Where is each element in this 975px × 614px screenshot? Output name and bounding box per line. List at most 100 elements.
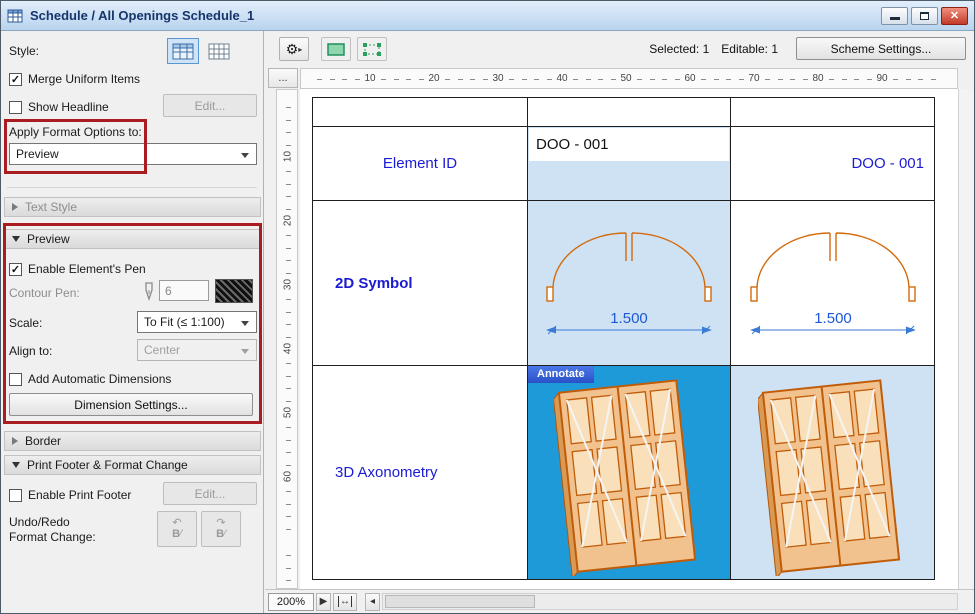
- table-cell-2d-symbol-label[interactable]: 2D Symbol: [313, 201, 528, 366]
- ruler-tick: [842, 79, 847, 80]
- ruler-tick: [611, 79, 616, 80]
- align-select: Center: [137, 339, 257, 361]
- dimension-value: 1.500: [814, 310, 852, 327]
- highlight-selection-button[interactable]: [321, 37, 351, 61]
- 3d-axonometry-label: 3D Axonometry: [335, 464, 438, 481]
- ruler-tick: [726, 79, 731, 80]
- table-cell[interactable]: [528, 98, 731, 127]
- pen-icon: [143, 281, 155, 301]
- fit-width-button[interactable]: ↔: [333, 593, 357, 611]
- apply-format-select[interactable]: Preview: [9, 143, 257, 165]
- schedule-toolbar: ⚙ ▸: [265, 31, 974, 67]
- section-preview[interactable]: Preview: [4, 229, 261, 249]
- contour-pen-row: Contour Pen:: [9, 283, 80, 303]
- ruler-tick: [355, 79, 360, 80]
- section-border[interactable]: Border: [4, 431, 261, 451]
- schedule-canvas[interactable]: Element ID DOO - 001 DOO - 001 2D Symbol: [300, 89, 958, 589]
- style-buttons: [167, 38, 235, 64]
- ruler-tick: [286, 504, 291, 505]
- table-cell-3d-preview-selected[interactable]: Annotate: [528, 366, 731, 580]
- ruler-tick: [778, 79, 783, 80]
- section-print-footer[interactable]: Print Footer & Format Change: [4, 455, 261, 475]
- ruler-tick: [286, 363, 291, 364]
- style-row: Style:: [9, 37, 39, 65]
- dimension-settings-button[interactable]: Dimension Settings...: [9, 393, 253, 416]
- play-arrow-icon: ▶: [320, 596, 328, 607]
- scrollbar-thumb[interactable]: [385, 595, 535, 608]
- print-footer-checkbox[interactable]: [9, 489, 22, 502]
- ruler-tick: [739, 79, 744, 80]
- headline-edit-button[interactable]: Edit...: [163, 94, 257, 117]
- undo-format-button[interactable]: ↶ B∕: [157, 511, 197, 547]
- ruler-options-button[interactable]: ...: [268, 68, 298, 88]
- style-grid-button[interactable]: [167, 38, 199, 64]
- close-button[interactable]: ✕: [941, 7, 968, 25]
- table-cell-element-id-value[interactable]: DOO - 001: [731, 127, 935, 201]
- table-cell[interactable]: [313, 98, 528, 127]
- vertical-scrollbar[interactable]: [958, 89, 974, 589]
- scale-select[interactable]: To Fit (≤ 1:100): [137, 311, 257, 333]
- horizontal-ruler[interactable]: 102030405060708090: [300, 68, 958, 89]
- ruler-number: 30: [283, 275, 294, 295]
- enable-pen-checkbox[interactable]: ✓: [9, 263, 22, 276]
- table-cell-element-id-edit[interactable]: DOO - 001: [528, 127, 731, 201]
- section-text-style[interactable]: Text Style: [4, 197, 261, 217]
- zoom-level[interactable]: 200%: [268, 593, 314, 611]
- maximize-icon: [920, 12, 929, 20]
- preview-section-label: Preview: [27, 232, 70, 246]
- bottom-bar: 200% ▶ ↔ ◂: [265, 589, 974, 613]
- ruler-number: 80: [812, 73, 823, 84]
- scheme-settings-button[interactable]: Scheme Settings...: [796, 37, 966, 60]
- align-label: Align to:: [9, 344, 52, 358]
- fit-width-icon: ↔: [338, 596, 352, 607]
- table-cell-element-id-label[interactable]: Element ID: [313, 127, 528, 201]
- ruler-number: 60: [283, 467, 294, 487]
- table-cell-2d-symbol-preview2[interactable]: 1.500: [731, 201, 935, 366]
- ruler-number: 40: [283, 339, 294, 359]
- ruler-tick: [286, 235, 291, 236]
- ruler-number: 30: [492, 73, 503, 84]
- show-headline-row: Show Headline: [9, 97, 109, 117]
- annotate-tag: Annotate: [528, 366, 594, 383]
- table-cell-3d-preview[interactable]: [731, 366, 935, 580]
- ruler-tick: [330, 79, 335, 80]
- table-cell-2d-symbol-preview[interactable]: 1.500: [528, 201, 731, 366]
- marquee-selection-button[interactable]: [357, 37, 387, 61]
- scroll-left-button[interactable]: ◂: [365, 593, 380, 611]
- minimize-button[interactable]: [881, 7, 908, 25]
- ruler-tick: [286, 516, 291, 517]
- ruler-tick: [522, 79, 527, 80]
- horizontal-scrollbar[interactable]: [382, 593, 958, 610]
- print-footer-row: Enable Print Footer: [9, 485, 131, 505]
- style-table-button[interactable]: [203, 38, 235, 64]
- auto-dimensions-checkbox[interactable]: [9, 373, 22, 386]
- ruler-tick: [470, 79, 475, 80]
- contour-pen-input[interactable]: [159, 280, 209, 301]
- ruler-tick: [509, 79, 514, 80]
- table-cell-3d-label[interactable]: 3D Axonometry: [313, 366, 528, 580]
- redo-format-button[interactable]: ↷ B∕: [201, 511, 241, 547]
- editable-count: Editable: 1: [721, 42, 778, 56]
- zoom-menu-button[interactable]: ▶: [316, 593, 331, 611]
- ruler-tick: [906, 79, 911, 80]
- merge-uniform-checkbox[interactable]: ✓: [9, 73, 22, 86]
- chevron-right-icon: [12, 437, 18, 445]
- apply-format-label: Apply Format Options to:: [9, 125, 142, 139]
- ruler-number: 20: [428, 73, 439, 84]
- ruler-tick: [394, 79, 399, 80]
- show-headline-label: Show Headline: [28, 100, 109, 114]
- ruler-tick: [286, 452, 291, 453]
- settings-gear-button[interactable]: ⚙ ▸: [279, 37, 309, 61]
- ruler-tick: [534, 79, 539, 80]
- table-cell[interactable]: [731, 98, 935, 127]
- print-footer-edit-button[interactable]: Edit...: [163, 482, 257, 505]
- ruler-tick: [586, 79, 591, 80]
- ruler-tick: [286, 184, 291, 185]
- show-headline-checkbox[interactable]: [9, 101, 22, 114]
- maximize-button[interactable]: [911, 7, 938, 25]
- vertical-ruler[interactable]: 102030405060: [276, 89, 298, 589]
- titlebar[interactable]: Schedule / All Openings Schedule_1 ✕: [1, 1, 974, 31]
- cell-editor[interactable]: DOO - 001: [529, 128, 729, 161]
- pen-weight-button[interactable]: [215, 279, 253, 303]
- ruler-tick: [286, 196, 291, 197]
